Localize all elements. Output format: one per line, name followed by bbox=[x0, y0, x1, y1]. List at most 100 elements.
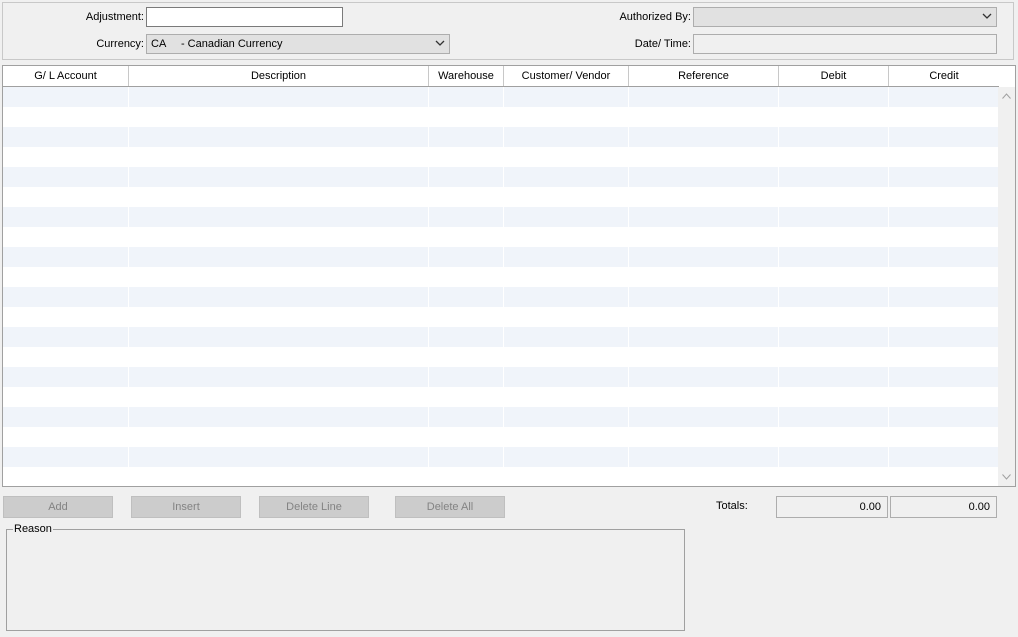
table-cell[interactable] bbox=[429, 267, 504, 287]
table-cell[interactable] bbox=[629, 107, 779, 127]
table-cell[interactable] bbox=[3, 87, 129, 107]
table-cell[interactable] bbox=[504, 327, 629, 347]
table-cell[interactable] bbox=[889, 327, 999, 347]
table-cell[interactable] bbox=[779, 127, 889, 147]
table-cell[interactable] bbox=[889, 187, 999, 207]
table-cell[interactable] bbox=[129, 287, 429, 307]
table-cell[interactable] bbox=[779, 447, 889, 467]
table-cell[interactable] bbox=[779, 367, 889, 387]
scroll-up-arrow-icon[interactable] bbox=[1002, 93, 1011, 99]
table-cell[interactable] bbox=[3, 147, 129, 167]
table-row[interactable] bbox=[3, 387, 999, 407]
table-cell[interactable] bbox=[429, 327, 504, 347]
table-row[interactable] bbox=[3, 107, 999, 127]
table-cell[interactable] bbox=[129, 327, 429, 347]
table-cell[interactable] bbox=[889, 207, 999, 227]
table-cell[interactable] bbox=[129, 147, 429, 167]
table-cell[interactable] bbox=[429, 187, 504, 207]
table-cell[interactable] bbox=[629, 247, 779, 267]
column-header-credit[interactable]: Credit bbox=[889, 66, 999, 86]
table-cell[interactable] bbox=[889, 467, 999, 486]
table-cell[interactable] bbox=[3, 367, 129, 387]
table-cell[interactable] bbox=[779, 187, 889, 207]
column-header-reference[interactable]: Reference bbox=[629, 66, 779, 86]
table-cell[interactable] bbox=[504, 367, 629, 387]
table-cell[interactable] bbox=[429, 347, 504, 367]
table-cell[interactable] bbox=[629, 367, 779, 387]
table-cell[interactable] bbox=[504, 407, 629, 427]
column-header-description[interactable]: Description bbox=[129, 66, 429, 86]
table-cell[interactable] bbox=[129, 307, 429, 327]
insert-button[interactable]: Insert bbox=[131, 496, 241, 518]
table-cell[interactable] bbox=[3, 327, 129, 347]
table-cell[interactable] bbox=[129, 247, 429, 267]
add-button[interactable]: Add bbox=[3, 496, 113, 518]
table-cell[interactable] bbox=[129, 107, 429, 127]
table-cell[interactable] bbox=[889, 347, 999, 367]
table-cell[interactable] bbox=[779, 227, 889, 247]
table-cell[interactable] bbox=[429, 307, 504, 327]
table-cell[interactable] bbox=[629, 427, 779, 447]
table-cell[interactable] bbox=[779, 427, 889, 447]
table-row[interactable] bbox=[3, 207, 999, 227]
table-cell[interactable] bbox=[429, 167, 504, 187]
table-cell[interactable] bbox=[129, 387, 429, 407]
table-cell[interactable] bbox=[629, 127, 779, 147]
table-cell[interactable] bbox=[779, 307, 889, 327]
table-cell[interactable] bbox=[504, 167, 629, 187]
table-cell[interactable] bbox=[629, 447, 779, 467]
table-cell[interactable] bbox=[429, 287, 504, 307]
table-cell[interactable] bbox=[629, 407, 779, 427]
delete-line-button[interactable]: Delete Line bbox=[259, 496, 369, 518]
table-cell[interactable] bbox=[504, 147, 629, 167]
table-cell[interactable] bbox=[889, 107, 999, 127]
table-cell[interactable] bbox=[889, 267, 999, 287]
table-cell[interactable] bbox=[3, 407, 129, 427]
table-cell[interactable] bbox=[3, 167, 129, 187]
table-cell[interactable] bbox=[3, 447, 129, 467]
table-cell[interactable] bbox=[779, 87, 889, 107]
table-cell[interactable] bbox=[429, 247, 504, 267]
column-header-warehouse[interactable]: Warehouse bbox=[429, 66, 504, 86]
table-cell[interactable] bbox=[129, 87, 429, 107]
table-cell[interactable] bbox=[429, 147, 504, 167]
table-cell[interactable] bbox=[3, 207, 129, 227]
table-cell[interactable] bbox=[629, 207, 779, 227]
table-row[interactable] bbox=[3, 147, 999, 167]
table-cell[interactable] bbox=[3, 287, 129, 307]
column-header-customer-vendor[interactable]: Customer/ Vendor bbox=[504, 66, 629, 86]
table-cell[interactable] bbox=[889, 87, 999, 107]
table-cell[interactable] bbox=[629, 327, 779, 347]
table-cell[interactable] bbox=[429, 467, 504, 486]
delete-all-button[interactable]: Delete All bbox=[395, 496, 505, 518]
table-cell[interactable] bbox=[779, 287, 889, 307]
table-cell[interactable] bbox=[779, 167, 889, 187]
table-cell[interactable] bbox=[129, 207, 429, 227]
table-cell[interactable] bbox=[429, 127, 504, 147]
table-cell[interactable] bbox=[779, 147, 889, 167]
table-cell[interactable] bbox=[779, 407, 889, 427]
table-row[interactable] bbox=[3, 247, 999, 267]
table-cell[interactable] bbox=[504, 107, 629, 127]
table-row[interactable] bbox=[3, 307, 999, 327]
table-row[interactable] bbox=[3, 467, 999, 486]
table-row[interactable] bbox=[3, 87, 999, 107]
table-cell[interactable] bbox=[889, 147, 999, 167]
table-cell[interactable] bbox=[3, 247, 129, 267]
table-cell[interactable] bbox=[504, 287, 629, 307]
authorized-by-select[interactable] bbox=[693, 7, 997, 27]
table-cell[interactable] bbox=[629, 267, 779, 287]
table-cell[interactable] bbox=[504, 347, 629, 367]
table-cell[interactable] bbox=[629, 147, 779, 167]
table-cell[interactable] bbox=[429, 207, 504, 227]
table-cell[interactable] bbox=[629, 467, 779, 486]
table-cell[interactable] bbox=[129, 227, 429, 247]
table-cell[interactable] bbox=[3, 107, 129, 127]
table-cell[interactable] bbox=[3, 127, 129, 147]
table-cell[interactable] bbox=[779, 267, 889, 287]
datetime-field[interactable] bbox=[693, 34, 997, 54]
table-cell[interactable] bbox=[889, 287, 999, 307]
table-cell[interactable] bbox=[129, 447, 429, 467]
table-cell[interactable] bbox=[3, 427, 129, 447]
column-header-debit[interactable]: Debit bbox=[779, 66, 889, 86]
